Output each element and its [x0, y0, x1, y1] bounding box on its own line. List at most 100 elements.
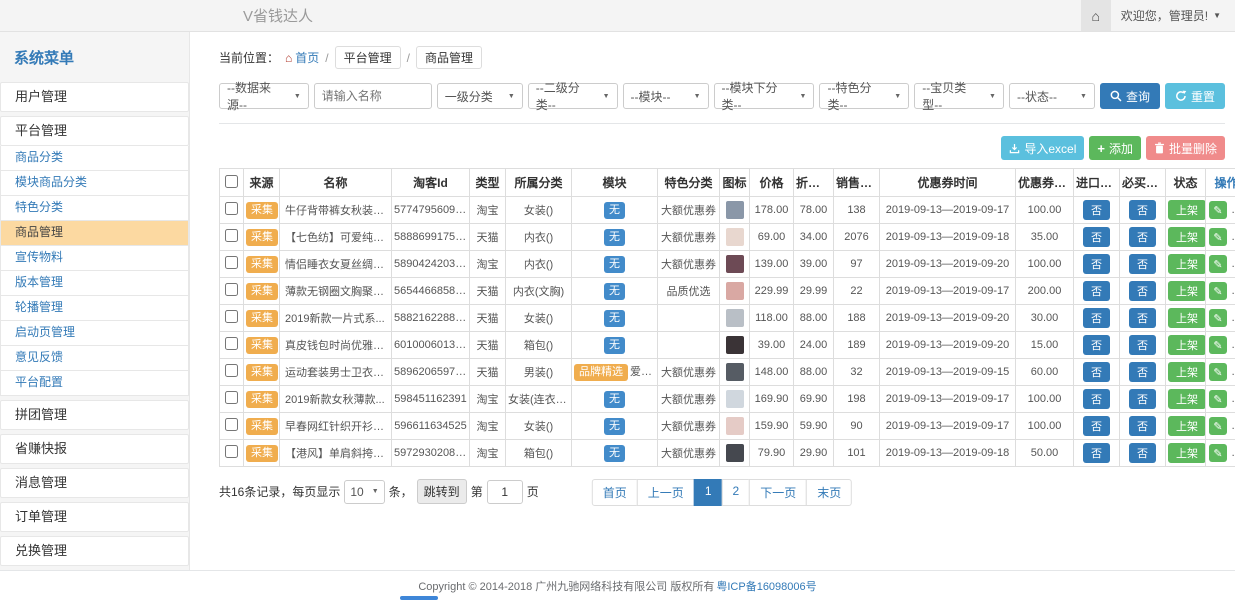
select-all-checkbox[interactable]: [225, 175, 238, 188]
must-buy-toggle[interactable]: 否: [1129, 416, 1156, 436]
row-checkbox[interactable]: [225, 202, 238, 215]
must-buy-toggle[interactable]: 否: [1129, 443, 1156, 463]
row-checkbox[interactable]: [225, 445, 238, 458]
status-toggle[interactable]: 上架: [1168, 362, 1206, 382]
coupon-amount: 200.00: [1016, 278, 1074, 305]
row-checkbox[interactable]: [225, 310, 238, 323]
status-toggle[interactable]: 上架: [1168, 443, 1206, 463]
row-checkbox[interactable]: [225, 391, 238, 404]
status-toggle[interactable]: 上架: [1168, 416, 1206, 436]
must-buy-toggle[interactable]: 否: [1129, 227, 1156, 247]
filter-select[interactable]: --模块-- ▼: [623, 83, 709, 109]
must-buy-toggle[interactable]: 否: [1129, 281, 1156, 301]
home-button[interactable]: ⌂: [1081, 0, 1111, 31]
sidebar-item[interactable]: 特色分类: [0, 196, 189, 221]
per-page-select[interactable]: 10 ▼: [344, 480, 384, 504]
sidebar-item[interactable]: 商品管理: [0, 221, 189, 246]
breadcrumb-item[interactable]: 平台管理: [335, 46, 401, 69]
filter-select[interactable]: --宝贝类型-- ▼: [914, 83, 1004, 109]
page-button[interactable]: 下一页: [749, 479, 807, 506]
import-excel-button[interactable]: 导入excel: [1001, 136, 1084, 160]
sidebar-item[interactable]: 宣传物料: [0, 246, 189, 271]
reset-button[interactable]: 重置: [1165, 83, 1225, 109]
must-buy-toggle[interactable]: 否: [1129, 254, 1156, 274]
filter-select[interactable]: --状态-- ▼: [1009, 83, 1095, 109]
edit-button[interactable]: ✎: [1209, 228, 1227, 246]
page-button[interactable]: 末页: [806, 479, 852, 506]
sidebar-item[interactable]: 消息管理: [0, 468, 189, 498]
sidebar-item[interactable]: 轮播管理: [0, 296, 189, 321]
page-button[interactable]: 首页: [592, 479, 638, 506]
must-buy-toggle[interactable]: 否: [1129, 200, 1156, 220]
filter-select[interactable]: --模块下分类-- ▼: [714, 83, 815, 109]
edit-button[interactable]: ✎: [1209, 309, 1227, 327]
row-checkbox[interactable]: [225, 256, 238, 269]
add-button[interactable]: + 添加: [1089, 136, 1141, 160]
import-select-toggle[interactable]: 否: [1083, 200, 1110, 220]
sidebar-item[interactable]: 版本管理: [0, 271, 189, 296]
import-select-toggle[interactable]: 否: [1083, 443, 1110, 463]
status-toggle[interactable]: 上架: [1168, 200, 1206, 220]
horizontal-scrollbar-thumb[interactable]: [400, 596, 438, 600]
page-button[interactable]: 上一页: [637, 479, 695, 506]
edit-button[interactable]: ✎: [1209, 390, 1227, 408]
edit-button[interactable]: ✎: [1209, 282, 1227, 300]
status-toggle[interactable]: 上架: [1168, 227, 1206, 247]
import-select-toggle[interactable]: 否: [1083, 308, 1110, 328]
edit-button[interactable]: ✎: [1209, 255, 1227, 273]
row-checkbox[interactable]: [225, 283, 238, 296]
sidebar-item[interactable]: 平台管理: [0, 116, 189, 146]
sidebar-item[interactable]: 省赚快报: [0, 434, 189, 464]
filter-select[interactable]: 一级分类 ▼: [437, 83, 523, 109]
jump-button[interactable]: 跳转到: [417, 479, 467, 504]
sidebar-item[interactable]: 商品分类: [0, 146, 189, 171]
must-buy-toggle[interactable]: 否: [1129, 308, 1156, 328]
import-select-toggle[interactable]: 否: [1083, 362, 1110, 382]
sidebar-item[interactable]: 平台配置: [0, 371, 189, 396]
page-button[interactable]: 2: [722, 479, 751, 506]
edit-button[interactable]: ✎: [1209, 444, 1227, 462]
sidebar-item[interactable]: 启动页管理: [0, 321, 189, 346]
sidebar-item[interactable]: 订单管理: [0, 502, 189, 532]
import-select-toggle[interactable]: 否: [1083, 416, 1110, 436]
edit-button[interactable]: ✎: [1209, 363, 1227, 381]
sidebar-item[interactable]: 意见反馈: [0, 346, 189, 371]
edit-button[interactable]: ✎: [1209, 201, 1227, 219]
icp-link[interactable]: 粤ICP备16098006号: [716, 578, 816, 594]
row-checkbox[interactable]: [225, 229, 238, 242]
name-search-input[interactable]: [314, 83, 432, 109]
page-button[interactable]: 1: [694, 479, 723, 506]
search-button[interactable]: 查询: [1100, 83, 1160, 109]
status-toggle[interactable]: 上架: [1168, 281, 1206, 301]
import-select-toggle[interactable]: 否: [1083, 281, 1110, 301]
sidebar-item[interactable]: 拼团管理: [0, 400, 189, 430]
filter-select[interactable]: --特色分类-- ▼: [819, 83, 909, 109]
must-buy-toggle[interactable]: 否: [1129, 362, 1156, 382]
breadcrumb-home-link[interactable]: ⌂ 首页: [285, 49, 319, 66]
status-toggle[interactable]: 上架: [1168, 308, 1206, 328]
must-buy-toggle[interactable]: 否: [1129, 389, 1156, 409]
breadcrumb-item[interactable]: 商品管理: [416, 46, 482, 69]
filter-select-source[interactable]: --数据来源-- ▼: [219, 83, 309, 109]
edit-button[interactable]: ✎: [1209, 336, 1227, 354]
page-number-input[interactable]: [487, 480, 523, 504]
row-checkbox[interactable]: [225, 364, 238, 377]
filter-select[interactable]: --二级分类-- ▼: [528, 83, 618, 109]
category: 女装(): [506, 197, 572, 224]
status-toggle[interactable]: 上架: [1168, 254, 1206, 274]
sidebar-item[interactable]: 模块商品分类: [0, 171, 189, 196]
import-select-toggle[interactable]: 否: [1083, 335, 1110, 355]
row-checkbox[interactable]: [225, 418, 238, 431]
user-menu[interactable]: 欢迎您，管理员! ▼: [1111, 7, 1235, 24]
import-select-toggle[interactable]: 否: [1083, 389, 1110, 409]
import-select-toggle[interactable]: 否: [1083, 254, 1110, 274]
batch-delete-button[interactable]: 批量删除: [1146, 136, 1225, 160]
sidebar-item[interactable]: 兑换管理: [0, 536, 189, 566]
row-checkbox[interactable]: [225, 337, 238, 350]
status-toggle[interactable]: 上架: [1168, 335, 1206, 355]
must-buy-toggle[interactable]: 否: [1129, 335, 1156, 355]
import-select-toggle[interactable]: 否: [1083, 227, 1110, 247]
edit-button[interactable]: ✎: [1209, 417, 1227, 435]
status-toggle[interactable]: 上架: [1168, 389, 1206, 409]
sidebar-item[interactable]: 用户管理: [0, 82, 189, 112]
